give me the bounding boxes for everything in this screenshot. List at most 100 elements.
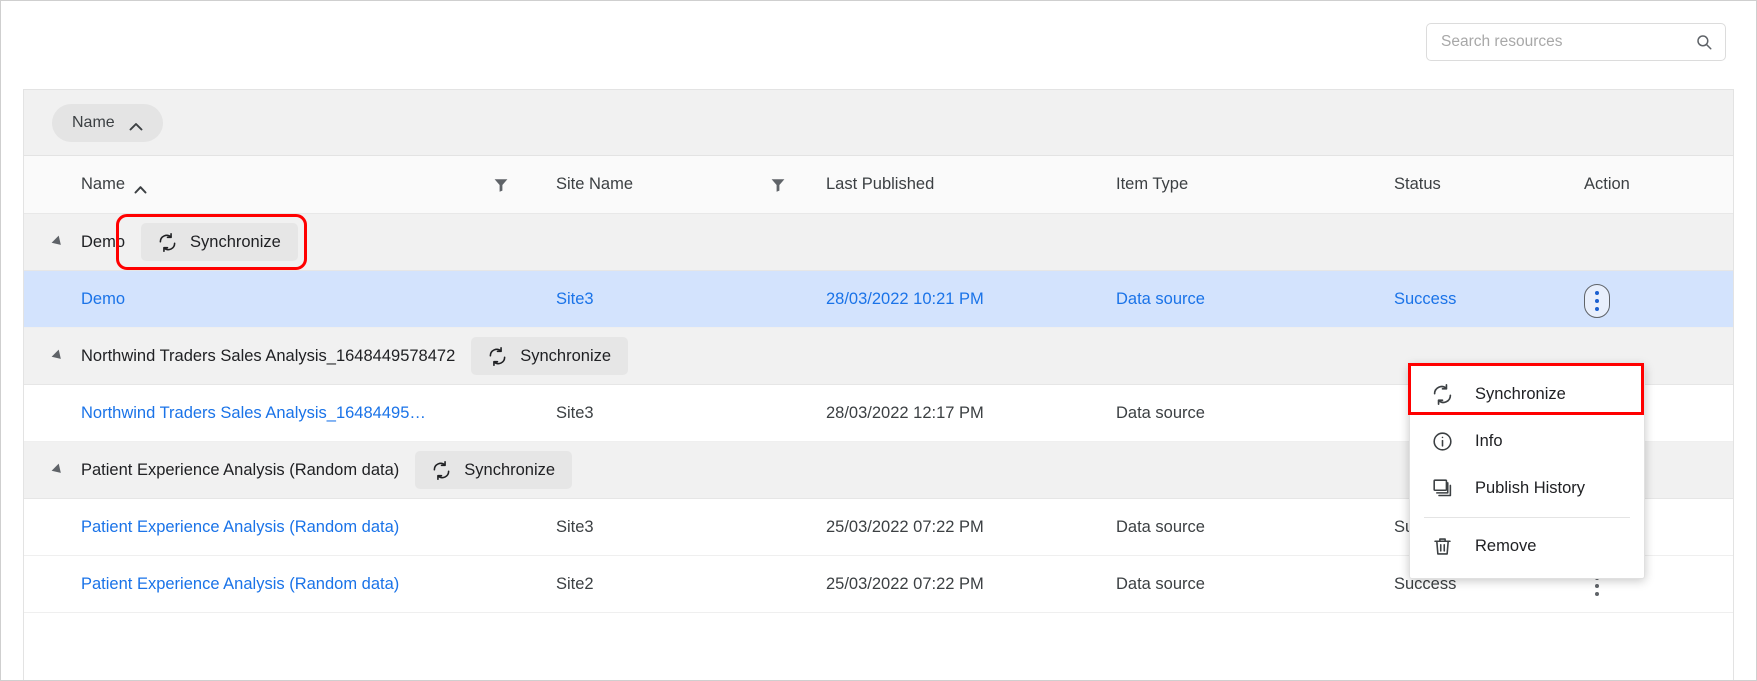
group-by-chip-label: Name <box>72 113 115 131</box>
context-menu-item-label: Remove <box>1475 537 1537 555</box>
group-synchronize-button[interactable]: Synchronize <box>471 337 629 375</box>
search-box[interactable] <box>1426 23 1726 61</box>
item-type-value: Data source <box>1116 574 1205 593</box>
group-synchronize-button[interactable]: Synchronize <box>415 451 573 489</box>
context-menu-item-label: Synchronize <box>1475 385 1566 403</box>
cell-name[interactable]: Northwind Traders Sales Analysis_1648449… <box>24 404 494 423</box>
sync-icon <box>488 346 507 366</box>
top-bar <box>1 1 1756 87</box>
context-menu-item-remove[interactable]: Remove <box>1410 523 1644 570</box>
kebab-dot-icon <box>1595 306 1599 311</box>
last-published-value: 25/03/2022 07:22 PM <box>826 574 984 593</box>
group-row-label: Patient Experience Analysis (Random data… <box>81 460 400 479</box>
site-name-value: Site2 <box>556 574 594 593</box>
cell-item-type: Data source <box>1116 518 1394 537</box>
column-header-item-type[interactable]: Item Type <box>1116 175 1394 194</box>
cell-item-type: Data source <box>1116 290 1394 309</box>
cell-name[interactable]: Patient Experience Analysis (Random data… <box>24 518 494 537</box>
cell-last-published: 25/03/2022 07:22 PM <box>826 575 1116 594</box>
search-input[interactable] <box>1439 32 1695 52</box>
trash-icon <box>1432 536 1453 557</box>
column-header-site-name[interactable]: Site Name <box>556 175 771 194</box>
column-header-site-name-label: Site Name <box>556 175 634 193</box>
kebab-dot-icon <box>1595 583 1599 588</box>
copies-icon <box>1432 478 1453 499</box>
resource-name-link[interactable]: Patient Experience Analysis (Random data… <box>81 518 476 537</box>
search-icon[interactable] <box>1695 33 1713 51</box>
column-header-last-published-label: Last Published <box>826 175 935 193</box>
column-filter-name[interactable] <box>494 178 556 192</box>
cell-site-name: Site3 <box>556 290 771 309</box>
filter-icon[interactable] <box>494 178 508 192</box>
group-by-bar: Name <box>24 90 1733 156</box>
collapse-triangle-icon[interactable] <box>51 463 65 477</box>
column-filter-site-name[interactable] <box>771 178 826 192</box>
group-synchronize-button[interactable]: Synchronize <box>141 223 298 261</box>
table-row[interactable]: Demo Site3 28/03/2022 10:21 PM Data sour… <box>24 271 1733 328</box>
row-menu-button[interactable] <box>1584 283 1610 318</box>
column-header-status-label: Status <box>1394 175 1441 193</box>
cell-last-published: 28/03/2022 12:17 PM <box>826 404 1116 423</box>
last-published-value: 28/03/2022 12:17 PM <box>826 403 984 422</box>
cell-action <box>1584 281 1724 318</box>
cell-site-name: Site3 <box>556 518 771 537</box>
context-menu-item-label: Info <box>1475 432 1503 450</box>
context-menu-item-info[interactable]: Info <box>1410 418 1644 465</box>
resource-name-link[interactable]: Northwind Traders Sales Analysis_1648449… <box>81 404 476 423</box>
cell-last-published: 25/03/2022 07:22 PM <box>826 518 1116 537</box>
site-name-value: Site3 <box>556 517 594 536</box>
column-header-name-label: Name <box>81 175 126 193</box>
cell-last-published: 28/03/2022 10:21 PM <box>826 290 1116 309</box>
cell-name[interactable]: Patient Experience Analysis (Random data… <box>24 575 494 594</box>
item-type-value: Data source <box>1116 289 1205 308</box>
column-header-status[interactable]: Status <box>1394 175 1584 194</box>
cell-item-type: Data source <box>1116 575 1394 594</box>
info-icon <box>1432 431 1453 452</box>
collapse-triangle-icon[interactable] <box>51 235 65 249</box>
context-menu-item-publish-history[interactable]: Publish History <box>1410 465 1644 512</box>
cell-site-name: Site3 <box>556 404 771 423</box>
table-header: Name Site Name Last Published Item Type … <box>24 156 1733 214</box>
context-menu-item-synchronize[interactable]: Synchronize <box>1410 371 1644 418</box>
site-name-value: Site3 <box>556 403 594 422</box>
sync-icon <box>158 232 177 252</box>
cell-site-name: Site2 <box>556 575 771 594</box>
caret-up-icon[interactable] <box>134 180 147 194</box>
group-synchronize-label: Synchronize <box>464 460 556 479</box>
kebab-dot-icon <box>1595 591 1599 596</box>
column-header-action-label: Action <box>1584 175 1630 193</box>
item-type-value: Data source <box>1116 517 1205 536</box>
column-header-name[interactable]: Name <box>24 175 494 194</box>
kebab-dot-icon <box>1595 298 1599 303</box>
kebab-dot-icon <box>1595 290 1599 295</box>
cell-item-type: Data source <box>1116 404 1394 423</box>
column-header-item-type-label: Item Type <box>1116 175 1189 193</box>
column-header-last-published[interactable]: Last Published <box>826 175 1116 194</box>
group-row-label: Northwind Traders Sales Analysis_1648449… <box>81 346 456 365</box>
cell-name[interactable]: Demo <box>24 290 494 309</box>
highlight-annotation: Synchronize <box>116 214 307 270</box>
collapse-triangle-icon[interactable] <box>51 349 65 363</box>
resources-page: Name Name <box>0 0 1757 681</box>
group-by-chip-name[interactable]: Name <box>52 103 163 142</box>
caret-up-icon[interactable] <box>129 118 143 131</box>
column-header-action: Action <box>1584 175 1724 194</box>
group-row[interactable]: Demo Synchronize <box>24 214 1733 271</box>
row-context-menu: Synchronize Info Publish History Remove <box>1408 363 1645 579</box>
filter-icon[interactable] <box>771 178 785 192</box>
site-name-value: Site3 <box>556 289 594 308</box>
group-synchronize-label: Synchronize <box>520 346 612 365</box>
last-published-value: 25/03/2022 07:22 PM <box>826 517 984 536</box>
context-menu-item-label: Publish History <box>1475 479 1586 497</box>
status-badge: Success <box>1394 289 1457 308</box>
resource-name-link[interactable]: Patient Experience Analysis (Random data… <box>81 575 476 594</box>
sync-icon <box>1432 384 1453 405</box>
group-synchronize-label: Synchronize <box>190 232 281 251</box>
group-row-label: Demo <box>81 232 126 251</box>
context-menu-separator <box>1424 517 1630 518</box>
item-type-value: Data source <box>1116 403 1205 422</box>
sync-icon <box>432 460 451 480</box>
last-published-value: 28/03/2022 10:21 PM <box>826 289 984 308</box>
cell-status: Success <box>1394 290 1584 309</box>
resource-name-link[interactable]: Demo <box>81 290 476 309</box>
